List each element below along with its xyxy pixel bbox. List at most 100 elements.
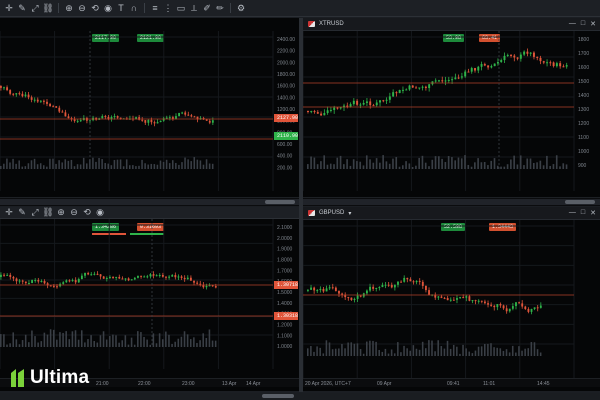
maximize-icon[interactable]: □ [581,209,585,217]
candle-body [171,275,174,277]
volume-bar [121,340,124,347]
volume-bar [470,166,473,169]
candle-body [6,274,9,276]
magnet-icon[interactable]: ∩ [128,2,140,14]
candle-body [369,286,371,291]
brush-icon[interactable]: ✏ [214,2,226,14]
volume-bar [95,161,97,169]
pencil-icon[interactable]: ✎ [16,2,28,14]
close-icon[interactable]: ✕ [590,209,596,217]
expand-icon[interactable]: ⤢ [29,2,41,14]
price-tag-bid: 1.30318 [274,312,298,320]
link-icon[interactable]: ⛓ [42,207,54,219]
candle-body [21,93,24,97]
panel-title-bar: XTRUSD — □ ✕ [303,18,600,31]
volume-bar [24,166,27,169]
volume-bar [113,159,116,169]
volume-bar [70,159,73,169]
zoom-out-icon[interactable]: ⊖ [68,207,80,219]
volume-bar [401,165,404,169]
volume-bar [189,339,192,347]
candle-body [452,299,455,301]
volume-bar [79,164,82,169]
volume-bar [350,342,353,356]
symbol-label[interactable]: XTRUSD [319,21,344,27]
candle-body [119,117,122,119]
volume-bar [62,332,64,347]
candle-body [181,112,184,114]
volume-bar [555,155,558,169]
candle-body [513,55,516,58]
zoom-out-icon[interactable]: ⊖ [76,2,88,14]
scroll-thumb[interactable] [565,200,595,204]
candle-body [356,100,359,105]
volume-bar [487,343,489,356]
candle-body [43,100,45,102]
zoom-in-icon[interactable]: ⊕ [63,2,75,14]
candle-body [175,116,177,119]
crosshair-icon[interactable]: ✛ [3,207,15,219]
settings-icon[interactable]: ⚙ [235,2,247,14]
volume-bar [175,162,177,169]
minimize-icon[interactable]: — [569,209,576,217]
chart-panel-bottom-right: GBPUSD ▾ — □ ✕ 52.598 1.34443 20 Apr 202… [303,207,600,391]
volume-bar [477,346,480,356]
candle-body [459,297,462,299]
price-chart-bottom-left[interactable]: 2.10002.00001.90001.80001.70001.60001.50… [0,219,299,369]
horizontal-scrollbar[interactable] [0,199,299,205]
volume-bar [67,160,70,169]
candle-body [411,85,414,88]
price-chart-top-left[interactable]: 2400.00 2200.00 2000.00 1800.00 1600.00 1400.… [0,31,299,191]
minimize-icon[interactable]: — [569,20,576,28]
brand-mark-icon [10,367,25,389]
eye-icon[interactable]: ◉ [102,2,114,14]
candle-body [519,54,522,59]
candle-body [71,280,74,282]
symbol-label[interactable]: GBPUSD [319,210,344,216]
close-icon[interactable]: ✕ [590,20,596,28]
reset-icon[interactable]: ⟲ [81,207,93,219]
candle-body [460,76,463,78]
candle-body [390,284,393,288]
text-icon[interactable]: T [115,2,127,14]
maximize-icon[interactable]: □ [581,20,585,28]
volume-bar [147,164,149,169]
shapes-icon[interactable]: ▭ [175,2,187,14]
zoom-in-icon[interactable]: ⊕ [55,207,67,219]
volume-bar [480,162,483,169]
volume-bar [452,344,455,356]
price-axis-label: 2.0000 [277,236,293,242]
volume-bar [451,157,453,169]
lines-icon[interactable]: ≡ [149,2,161,14]
volume-bar [15,163,17,169]
expand-icon[interactable]: ⤢ [29,207,41,219]
ruler-icon[interactable]: ⟂ [188,2,200,14]
scroll-thumb[interactable] [262,394,294,398]
candle-body [3,87,5,89]
candle-body [527,309,530,312]
price-chart-bottom-right[interactable] [303,220,600,378]
volume-bar [152,333,155,347]
candle-body [552,62,555,67]
pen-icon[interactable]: ✐ [201,2,213,14]
candle-body [415,280,418,283]
crosshair-icon[interactable]: ✛ [3,2,15,14]
link-icon[interactable]: ⛓ [42,2,54,14]
horizontal-scrollbar[interactable] [303,199,600,205]
price-chart-top-right[interactable]: 1800 1700 1600 1500 1400 1300 1200 1100 1000 900 [303,31,600,191]
candle-body [471,300,474,302]
candle-body [307,289,309,291]
eye-icon[interactable]: ◉ [94,207,106,219]
volume-bar [115,335,117,347]
dropdown-icon[interactable]: ▾ [348,210,351,217]
pencil-icon[interactable]: ✎ [16,207,28,219]
vertical-splitter[interactable] [299,18,303,392]
reset-icon[interactable]: ⟲ [89,2,101,14]
scroll-thumb[interactable] [265,200,295,204]
volume-bar [110,165,113,169]
volume-bar [28,342,30,347]
fib-icon[interactable]: ⋮ [162,2,174,14]
volume-bar [27,163,30,169]
candle-body [325,288,328,292]
horizontal-scrollbar[interactable] [0,393,600,400]
